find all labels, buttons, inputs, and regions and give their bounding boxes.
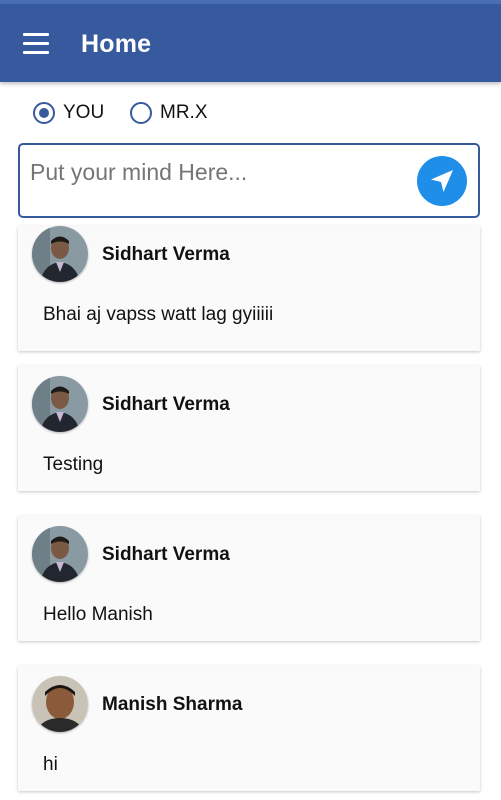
post-author: Sidhart Verma [102,244,230,265]
post-card[interactable]: Sidhart Verma Bhai aj vapss watt lag gyi… [18,226,480,351]
person-photo-icon [32,226,88,282]
post-message: Testing [43,454,104,475]
post-message: Hello Manish [43,604,153,625]
person-photo-icon [32,526,88,582]
page-title: Home [81,30,152,58]
radio-you[interactable]: YOU [33,96,104,130]
post-message: hi [43,754,58,775]
radio-mrx[interactable]: MR.X [130,96,208,130]
post-card[interactable]: Sidhart Verma Hello Manish [18,516,480,641]
radio-mrx-label: MR.X [160,102,208,123]
avatar[interactable] [32,226,88,282]
menu-button[interactable] [14,24,58,64]
post-author: Manish Sharma [102,694,243,715]
hamburger-menu-icon [23,33,49,36]
person-photo-icon [32,676,88,732]
post-composer [18,143,480,218]
radio-selected-icon[interactable] [33,102,55,124]
post-author: Sidhart Verma [102,544,230,565]
post-author: Sidhart Verma [102,394,230,415]
post-card[interactable]: Sidhart Verma Testing [18,366,480,491]
person-photo-icon [32,376,88,432]
radio-unselected-icon[interactable] [130,102,152,124]
post-message: Bhai aj vapss watt lag gyiiiii [43,304,274,325]
send-arrow-icon [431,170,453,192]
avatar[interactable] [32,526,88,582]
app-bar: Home [0,4,501,82]
send-button[interactable] [417,156,467,206]
post-input[interactable] [28,151,412,193]
avatar[interactable] [32,676,88,732]
avatar[interactable] [32,376,88,432]
radio-you-label: YOU [63,102,105,123]
post-card[interactable]: Manish Sharma hi [18,666,480,791]
